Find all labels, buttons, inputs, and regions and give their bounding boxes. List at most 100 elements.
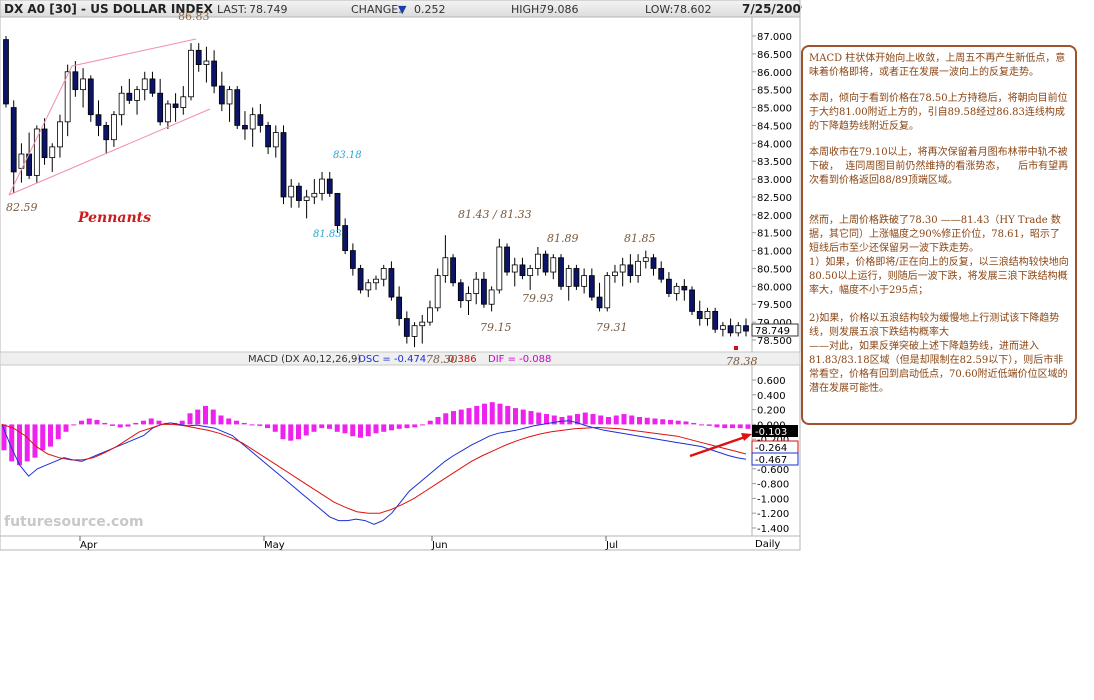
macd-tick-label: -0.800 <box>757 480 789 491</box>
macd-histogram-bar <box>63 424 69 432</box>
macd-histogram-bar <box>218 415 224 425</box>
macd-histogram-bar <box>125 424 131 427</box>
macd-histogram-bar <box>141 420 146 425</box>
macd-tag-blue-text: -0.467 <box>755 455 787 466</box>
macd-histogram-bar <box>280 424 286 440</box>
macd-histogram-bar <box>350 424 356 437</box>
candle-down <box>257 114 264 126</box>
macd-histogram-bar <box>71 424 77 426</box>
macd-histogram-bar <box>745 424 751 429</box>
candle-up <box>180 96 187 108</box>
macd-histogram-bar <box>737 424 743 429</box>
macd-histogram-bar <box>311 424 317 432</box>
candle-down <box>3 39 9 105</box>
candle-up <box>735 325 742 334</box>
macd-histogram-bar <box>48 424 53 447</box>
macd-histogram-bar <box>327 424 332 429</box>
candle-down <box>689 289 695 312</box>
candle-down <box>126 92 133 101</box>
note-paragraph-3: 本周收市在79.10以上，将再次保留着月图布林带中轨不被下破， 连同周图目前仍然… <box>809 147 1069 186</box>
macd-histogram-bar <box>505 405 511 425</box>
macd-histogram-bar <box>536 412 542 425</box>
candle-up <box>604 275 611 309</box>
candle-up <box>311 192 318 198</box>
high-label: HIGH: <box>511 3 543 16</box>
price-tick-label: 81.500 <box>757 229 792 240</box>
annotation-pennants: Pennants <box>77 210 151 226</box>
analysis-note-box: MACD 柱状体开始向上收敛，上周五不再产生新低点，意味着价格即将，或者正在发展… <box>801 45 1077 425</box>
macd-histogram-bar <box>226 418 232 425</box>
macd-histogram-bar <box>613 415 619 425</box>
macd-histogram-bar <box>404 424 410 429</box>
annotation-8143-8133: 81.43 / 81.33 <box>458 208 532 221</box>
macd-histogram-bar <box>334 424 340 432</box>
candle-down <box>195 49 202 66</box>
macd-histogram-bar <box>730 424 735 429</box>
candle-down <box>211 60 218 87</box>
macd-histogram-bar <box>272 424 278 432</box>
macd-histogram-bar <box>389 424 394 431</box>
candle-up <box>473 278 480 294</box>
annotation-8318: 83.18 <box>333 150 362 161</box>
candle-up <box>57 121 63 148</box>
candle-up <box>488 289 495 305</box>
annotation-8183: 81.83 <box>313 229 342 240</box>
candle-up <box>442 257 449 277</box>
macd-histogram-bar <box>241 422 247 425</box>
candle-up <box>550 257 557 273</box>
candle-down <box>234 89 241 126</box>
candle-down <box>172 103 179 108</box>
month-label: Apr <box>80 540 98 551</box>
macd-histogram-bar <box>94 419 100 425</box>
candle-up <box>427 307 433 323</box>
candle-down <box>504 246 510 273</box>
candle-up <box>226 89 233 105</box>
candle-down <box>349 250 356 269</box>
macd-histogram-bar <box>629 415 635 425</box>
annotation-low: 82.59 <box>6 201 38 214</box>
macd-histogram-bar <box>683 421 689 425</box>
price-tick-label: 85.500 <box>757 86 792 97</box>
macd-histogram-bar <box>621 414 627 425</box>
macd-histogram-bar <box>358 424 363 438</box>
candle-down <box>743 325 749 332</box>
macd-histogram-bar <box>582 412 588 425</box>
candle-up <box>673 285 680 294</box>
candle-down <box>542 253 549 273</box>
watermark: futuresource.com <box>4 514 144 530</box>
macd-tick-label: 0.600 <box>757 376 786 387</box>
macd-histogram-bar <box>187 413 193 425</box>
annotation-7915: 79.15 <box>480 321 512 334</box>
candle-down <box>696 310 703 319</box>
candle-down <box>573 268 580 287</box>
price-macd-chart: DX A0 [30] - US DOLLAR INDEX LAST: 78.74… <box>0 0 802 551</box>
chart-area: DX A0 [30] - US DOLLAR INDEX LAST: 78.74… <box>0 0 802 552</box>
macd-histogram-bar <box>86 418 92 425</box>
candle-down <box>10 107 17 173</box>
macd-tick-label: -0.600 <box>757 465 789 476</box>
candle-up <box>373 278 379 284</box>
candle-up <box>719 325 726 330</box>
candle-up <box>635 260 641 277</box>
price-tick-label: 85.000 <box>757 104 792 115</box>
low-value: 78.602 <box>673 3 712 16</box>
macd-histogram-bar <box>32 424 38 458</box>
price-tick-label: 86.000 <box>757 68 792 79</box>
low-label: LOW: <box>645 3 673 16</box>
candle-up <box>465 293 472 302</box>
annotation-8189: 81.89 <box>547 232 579 245</box>
candle-down <box>296 185 302 201</box>
macd-tick-label: 0.400 <box>757 391 786 402</box>
macd-histogram-bar <box>699 424 704 426</box>
candle-down <box>342 225 349 251</box>
candle-down <box>242 125 248 130</box>
candle-up <box>111 114 117 141</box>
high-value: 79.086 <box>540 3 579 16</box>
annotation-8185: 81.85 <box>624 232 656 245</box>
candle-up <box>527 268 534 277</box>
change-label: CHANGE: <box>351 3 402 16</box>
macd-histogram-bar <box>458 409 464 425</box>
candle-down <box>627 264 634 277</box>
candle-down <box>457 282 464 302</box>
macd-histogram-bar <box>133 422 139 425</box>
